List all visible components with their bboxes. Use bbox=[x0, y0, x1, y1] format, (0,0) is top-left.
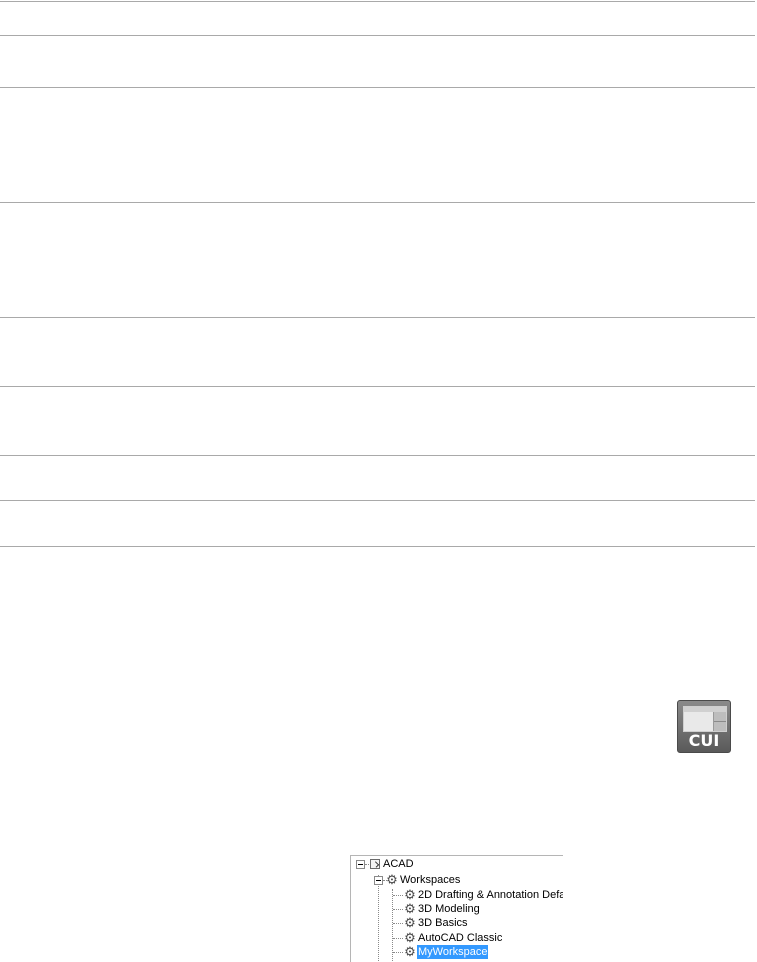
tree-node-workspace[interactable]: ⚙ 3D Basics bbox=[351, 916, 561, 930]
tree-node-workspace[interactable]: ⚙ 3D Modeling bbox=[351, 902, 561, 916]
tree-node-label: 2D Drafting & Annotation Default (c bbox=[418, 889, 563, 901]
cui-icon[interactable]: CUI bbox=[677, 700, 731, 753]
tree-node-workspace[interactable]: ⚙ 2D Drafting & Annotation Default (c bbox=[351, 887, 563, 902]
table-rule bbox=[0, 87, 755, 88]
gear-icon: ⚙ bbox=[404, 915, 416, 930]
tree-node-label: 3D Modeling bbox=[418, 903, 480, 915]
table-rule bbox=[0, 386, 755, 387]
cui-window-graphic bbox=[683, 706, 727, 732]
tree-node-acad[interactable]: ACAD bbox=[351, 857, 561, 871]
tree-node-workspaces[interactable]: ⚙ Workspaces bbox=[351, 873, 561, 887]
cui-icon-label: CUI bbox=[688, 731, 720, 750]
gear-icon: ⚙ bbox=[404, 901, 416, 916]
tree-node-label: 3D Basics bbox=[418, 917, 468, 929]
gear-icon: ⚙ bbox=[404, 930, 416, 945]
workspaces-gear-icon: ⚙ bbox=[386, 872, 398, 887]
table-rule bbox=[0, 202, 755, 203]
table-rule bbox=[0, 455, 755, 456]
gear-icon: ⚙ bbox=[404, 887, 416, 902]
table-rule bbox=[0, 1, 755, 2]
collapse-toggle-icon[interactable] bbox=[374, 876, 383, 885]
customizations-tree[interactable]: ACAD ⚙ Workspaces ⚙ 2D Drafting & Annota… bbox=[350, 855, 563, 962]
table-rule bbox=[0, 546, 755, 547]
tree-node-workspace[interactable]: ⚙ AutoCAD Classic bbox=[351, 931, 561, 945]
tree-node-workspace-selected[interactable]: ⚙ MyWorkspace bbox=[351, 945, 561, 959]
tree-node-label: AutoCAD Classic bbox=[418, 932, 503, 944]
table-rule bbox=[0, 500, 755, 501]
acad-file-icon bbox=[370, 859, 380, 869]
table-rule bbox=[0, 317, 755, 318]
tree-node-label: Workspaces bbox=[400, 874, 461, 886]
collapse-toggle-icon[interactable] bbox=[356, 860, 365, 869]
tree-node-label: MyWorkspace bbox=[417, 945, 489, 959]
table-rule bbox=[0, 35, 755, 36]
gear-icon: ⚙ bbox=[404, 944, 416, 959]
tree-node-label: ACAD bbox=[383, 858, 414, 870]
